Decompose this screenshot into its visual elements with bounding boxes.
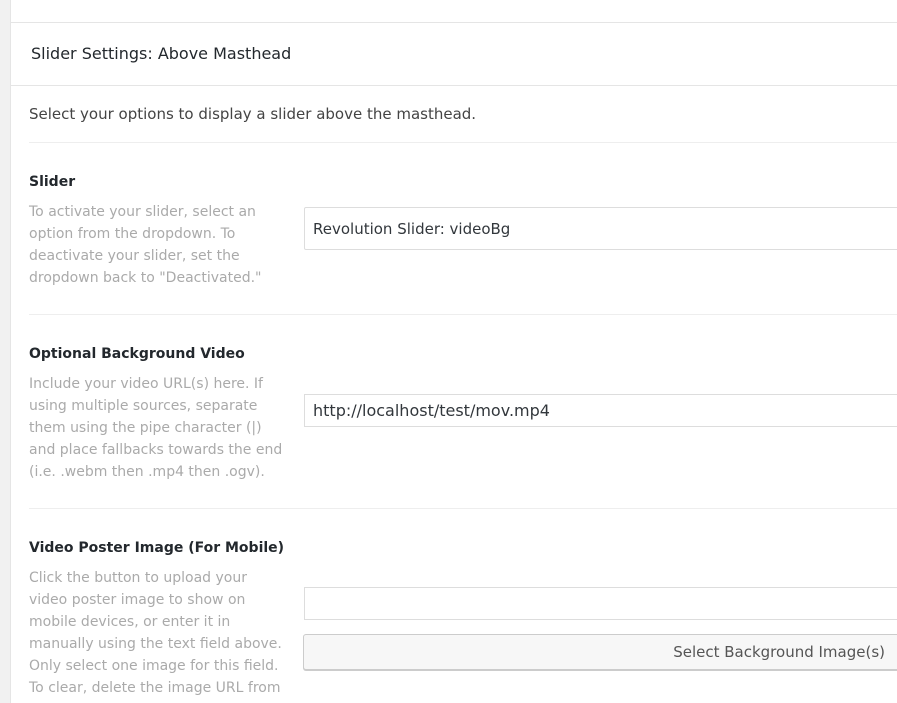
slider-help-text: To activate your slider, select an optio…	[29, 204, 262, 286]
slider-label: Slider	[29, 174, 76, 190]
section-description: Select your options to display a slider …	[29, 105, 477, 123]
settings-panel: Slider Settings: Above Masthead Select y…	[10, 0, 897, 703]
background-video-input[interactable]: http://localhost/test/mov.mp4	[304, 394, 897, 427]
background-video-help-text: Include your video URL(s) here. If using…	[29, 376, 283, 480]
top-strip	[11, 0, 897, 23]
divider	[29, 314, 897, 315]
select-background-image-button[interactable]: Select Background Image(s)	[303, 634, 897, 670]
poster-image-input[interactable]	[304, 587, 897, 620]
poster-image-help-text: Click the button to upload your video po…	[29, 570, 282, 703]
background-video-label: Optional Background Video	[29, 346, 245, 362]
divider	[29, 508, 897, 509]
divider	[29, 142, 897, 143]
slider-select[interactable]: Revolution Slider: videoBg	[304, 207, 897, 250]
section-title: Slider Settings: Above Masthead	[31, 44, 292, 63]
poster-image-label: Video Poster Image (For Mobile)	[29, 540, 285, 556]
section-header: Slider Settings: Above Masthead	[11, 23, 897, 86]
